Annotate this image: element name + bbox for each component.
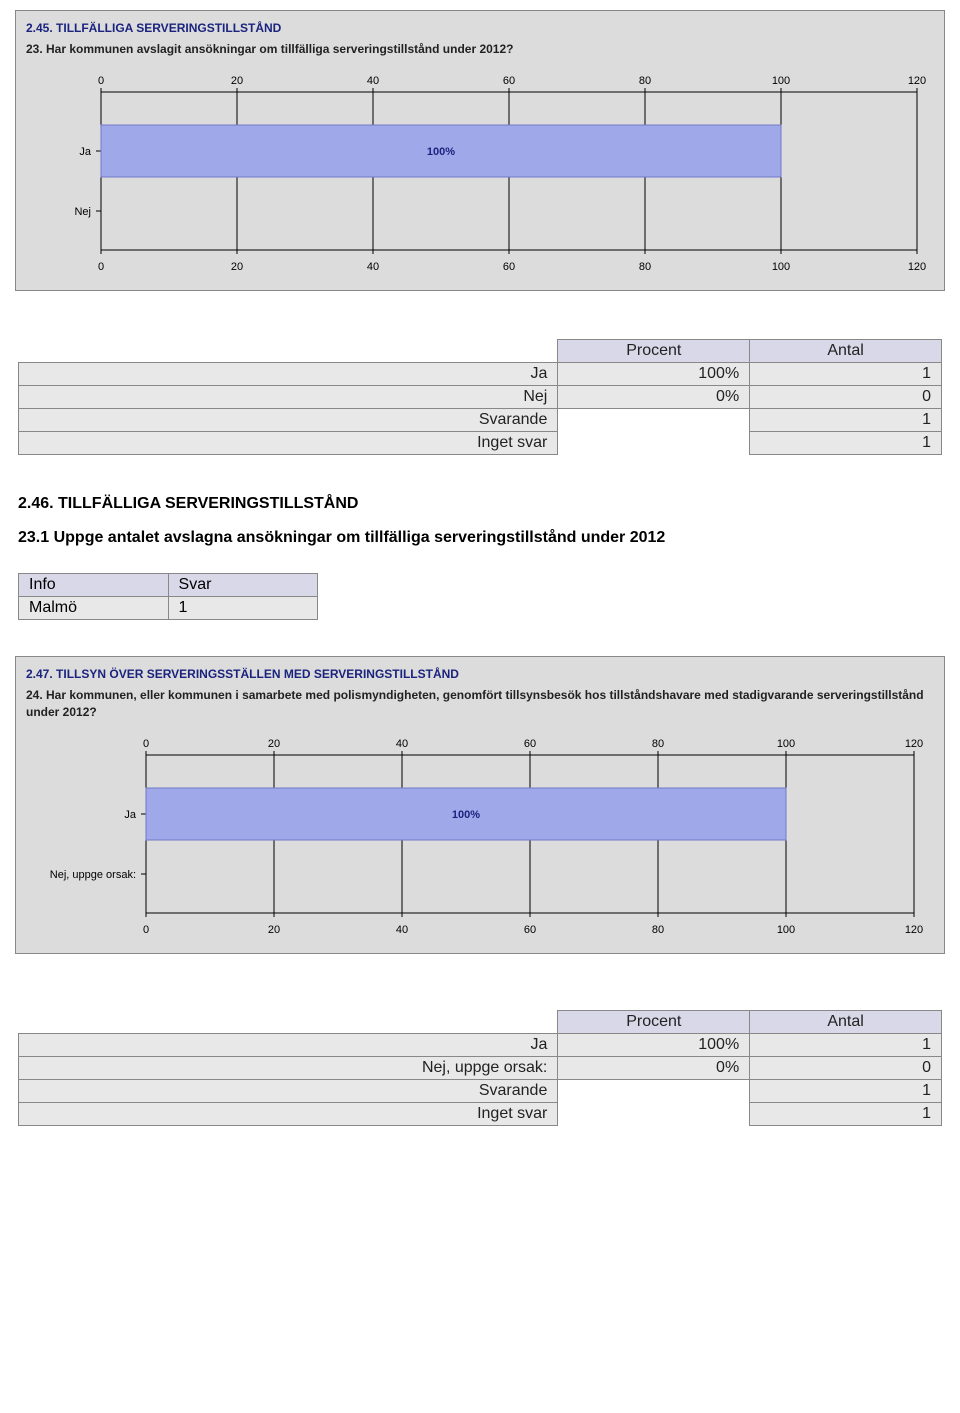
table2-r2-label: Svarande [19,1079,558,1102]
chart2-tick-bot-5: 100 [777,924,795,936]
table-row: Svarande 1 [19,1079,942,1102]
chart2-cat-nej: Nej, uppge orsak: [50,869,136,881]
chart1-area: 0 20 40 60 80 100 120 [26,70,934,280]
table1-r0-antal: 1 [750,362,942,385]
chart2-cat-ja: Ja [124,809,137,821]
info-hdr-svar: Svar [168,574,317,597]
table2: Procent Antal Ja 100% 1 Nej, uppge orsak… [18,1010,942,1126]
chart2-tick-bot-0: 0 [143,924,149,936]
chart2-tick-bot-2: 40 [396,924,408,936]
table1-r2-label: Svarande [19,408,558,431]
table1-r3-label: Inget svar [19,431,558,454]
chart2-tick-bot-4: 80 [652,924,664,936]
table1-hdr-procent: Procent [558,339,750,362]
chart-box-2: 2.47. TILLSYN ÖVER SERVERINGSSTÄLLEN MED… [15,656,945,954]
info-hdr-info: Info [19,574,169,597]
table-row: Nej, uppge orsak: 0% 0 [19,1056,942,1079]
table-row: Ja 100% 1 [19,1033,942,1056]
chart2-tick-top-5: 100 [777,738,795,750]
info-r0-svar: 1 [168,597,317,620]
table2-r0-antal: 1 [750,1033,942,1056]
table2-r0-procent: 100% [558,1033,750,1056]
table2-r1-procent: 0% [558,1056,750,1079]
chart2-tick-bot-6: 120 [905,924,923,936]
table2-r2-antal: 1 [750,1079,942,1102]
chart2-bar-label: 100% [452,809,480,821]
table-row: Inget svar 1 [19,431,942,454]
table2-hdr-antal: Antal [750,1010,942,1033]
section-246-question: 23.1 Uppge antalet avslagna ansökningar … [18,527,940,549]
chart1-tick-bot-2: 40 [367,261,379,273]
table1: Procent Antal Ja 100% 1 Nej 0% 0 Svarand… [18,339,942,455]
section-246-heading: 2.46. TILLFÄLLIGA SERVERINGSTILLSTÅND [18,495,960,513]
chart1-tick-top-5: 100 [772,75,790,87]
chart1-tick-bot-3: 60 [503,261,515,273]
chart2-tick-top-4: 80 [652,738,664,750]
chart1-svg: 0 20 40 60 80 100 120 [26,70,934,280]
table1-r1-procent: 0% [558,385,750,408]
table-row: Nej 0% 0 [19,385,942,408]
chart1-tick-bot-5: 100 [772,261,790,273]
table1-r0-procent: 100% [558,362,750,385]
chart2-question: 24. Har kommunen, eller kommunen i samar… [26,687,934,721]
table1-r0-label: Ja [19,362,558,385]
table2-r0-label: Ja [19,1033,558,1056]
table-row: Malmö 1 [19,597,318,620]
table-row: Ja 100% 1 [19,362,942,385]
chart2-tick-bot-1: 20 [268,924,280,936]
chart2-tick-bot-3: 60 [524,924,536,936]
chart1-tick-bot-4: 80 [639,261,651,273]
chart1-tick-top-0: 0 [98,75,104,87]
chart1-tick-bot-1: 20 [231,261,243,273]
chart1-tick-bot-0: 0 [98,261,104,273]
chart1-tick-top-2: 40 [367,75,379,87]
chart1-tick-top-3: 60 [503,75,515,87]
table2-hdr-procent: Procent [558,1010,750,1033]
info-table: Info Svar Malmö 1 [18,573,318,620]
chart1-cat-nej: Nej [74,206,91,218]
chart2-area: 0 20 40 60 80 100 120 [26,733,934,943]
chart1-tick-top-4: 80 [639,75,651,87]
chart2-svg: 0 20 40 60 80 100 120 [26,733,934,943]
table1-r2-antal: 1 [750,408,942,431]
table2-r3-antal: 1 [750,1102,942,1125]
chart-box-1: 2.45. TILLFÄLLIGA SERVERINGSTILLSTÅND 23… [15,10,945,291]
chart1-bar-label: 100% [427,146,455,158]
table2-r1-antal: 0 [750,1056,942,1079]
table2-r1-label: Nej, uppge orsak: [19,1056,558,1079]
table2-r3-label: Inget svar [19,1102,558,1125]
table-row: Inget svar 1 [19,1102,942,1125]
info-r0-info: Malmö [19,597,169,620]
chart2-tick-top-3: 60 [524,738,536,750]
chart2-tick-top-0: 0 [143,738,149,750]
chart1-question: 23. Har kommunen avslagit ansökningar om… [26,41,934,58]
table1-r1-antal: 0 [750,385,942,408]
table1-r1-label: Nej [19,385,558,408]
chart1-cat-ja: Ja [79,146,92,158]
table1-r3-antal: 1 [750,431,942,454]
chart1-tick-top-6: 120 [908,75,926,87]
table-row: Svarande 1 [19,408,942,431]
chart2-tick-top-2: 40 [396,738,408,750]
chart2-title: 2.47. TILLSYN ÖVER SERVERINGSSTÄLLEN MED… [26,667,934,681]
chart2-tick-top-6: 120 [905,738,923,750]
chart1-tick-bot-6: 120 [908,261,926,273]
chart1-title: 2.45. TILLFÄLLIGA SERVERINGSTILLSTÅND [26,21,934,35]
chart1-tick-top-1: 20 [231,75,243,87]
chart2-tick-top-1: 20 [268,738,280,750]
table1-hdr-antal: Antal [750,339,942,362]
